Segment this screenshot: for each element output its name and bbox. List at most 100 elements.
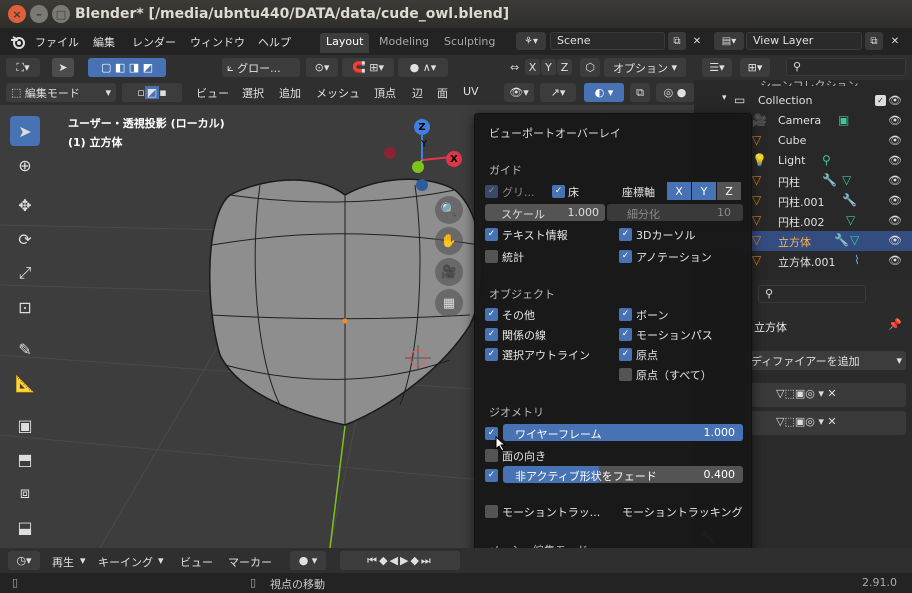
modifier-row-1[interactable]: ▽⬚▣◎ ▾ ✕ xyxy=(746,383,906,407)
transform-tool-icon[interactable]: ⊡ xyxy=(10,292,40,322)
motion-paths-checkbox[interactable]: ✓ xyxy=(619,328,632,341)
gizmo-y-icon[interactable] xyxy=(412,161,424,173)
tab-layout[interactable]: Layout xyxy=(320,33,370,53)
exclude-checkbox[interactable]: ✓ xyxy=(875,95,886,106)
modifier-wrench-icon[interactable]: 🔧 xyxy=(842,193,857,207)
eye-icon[interactable]: 👁 xyxy=(888,194,902,207)
view-layer-field[interactable]: View Layer xyxy=(746,32,862,50)
axis-x-toggle[interactable]: X xyxy=(667,182,691,200)
gizmo-toggle-icon[interactable]: ↗▾ xyxy=(540,83,576,102)
mirror-z-button[interactable]: Z xyxy=(557,59,572,75)
move-tool-icon[interactable]: ✥ xyxy=(10,190,40,220)
select-box-tool-icon[interactable]: ➤ xyxy=(10,116,40,146)
rotate-tool-icon[interactable]: ⟳ xyxy=(10,224,40,254)
editor-type-icon[interactable]: ⛶▾ xyxy=(6,58,40,77)
gizmo-z-icon[interactable]: Z xyxy=(414,119,430,135)
subdivisions-field[interactable]: 細分化 10 xyxy=(607,204,743,221)
expand-arrow-icon[interactable]: ▾ xyxy=(722,93,727,103)
pivot-point-icon[interactable]: ⊙▾ xyxy=(306,58,338,77)
scene-remove-icon[interactable]: ✕ xyxy=(688,32,706,50)
mirror-x-button[interactable]: X xyxy=(525,59,540,75)
grid-checkbox[interactable]: ✓ xyxy=(485,185,498,198)
pan-hand-icon[interactable]: ✋ xyxy=(435,227,463,255)
axis-y-toggle[interactable]: Y xyxy=(692,182,716,200)
add-cube-tool-icon[interactable]: ▣ xyxy=(10,410,40,440)
axis-z-toggle[interactable]: Z xyxy=(717,182,741,200)
origins-all-checkbox[interactable] xyxy=(619,368,632,381)
menu-edge[interactable]: 辺 xyxy=(412,85,423,101)
ortho-toggle-icon[interactable]: ▦ xyxy=(435,289,463,317)
grid-scale-field[interactable]: スケール 1.000 xyxy=(485,204,605,221)
eye-icon[interactable]: 👁 xyxy=(888,154,902,167)
viewlayer-selector-icon[interactable]: ▤▾ xyxy=(714,32,744,50)
bevel-tool-icon[interactable]: ⬓ xyxy=(10,512,40,542)
selection-mode-icons[interactable]: ▢ ◧ ◨ ◩ xyxy=(88,58,166,77)
eye-icon[interactable]: 👁 xyxy=(888,94,902,107)
mode-dropdown[interactable]: ⬚ 編集モード ▾ xyxy=(6,83,116,102)
window-close-button[interactable]: × xyxy=(8,5,26,23)
proportional-edit-icon[interactable]: ● ∧▾ xyxy=(398,58,448,77)
scene-selector-icon[interactable]: ⚘▾ xyxy=(516,32,546,50)
playback-controls-icons[interactable]: ⏮◆◀▶◆⏭ xyxy=(340,551,460,570)
scale-tool-icon[interactable]: ⤢ xyxy=(10,258,40,288)
menu-add[interactable]: 追加 xyxy=(279,85,301,101)
modifier-wrench-icon[interactable]: 🔧 xyxy=(822,173,837,187)
gizmo-neg-z-icon[interactable] xyxy=(416,179,428,191)
window-minimize-button[interactable]: – xyxy=(30,5,48,23)
wireframe-slider[interactable]: ワイヤーフレーム 1.000 xyxy=(503,424,743,441)
camera-view-icon[interactable]: 🎥 xyxy=(435,258,463,286)
text-info-checkbox[interactable]: ✓ xyxy=(485,228,498,241)
uv-sync-icon[interactable]: ⬡ xyxy=(580,58,600,77)
origins-checkbox[interactable]: ✓ xyxy=(619,348,632,361)
motion-tracking-checkbox[interactable] xyxy=(485,505,498,518)
fade-inactive-slider[interactable]: 非アクティブ形状をフェード 0.400 xyxy=(503,466,743,483)
menu-marker[interactable]: マーカー xyxy=(228,554,272,570)
mesh-data-icon[interactable]: ▽ xyxy=(850,233,859,247)
menu-edit[interactable]: 編集 xyxy=(93,34,115,50)
modifier-wrench-icon[interactable]: 🔧 xyxy=(834,233,849,247)
statistics-checkbox[interactable] xyxy=(485,250,498,263)
modifier-row-2[interactable]: ▽⬚▣◎ ▾ ✕ xyxy=(746,411,906,435)
menu-keying[interactable]: キーイング xyxy=(98,554,153,570)
measure-tool-icon[interactable]: 📐 xyxy=(10,368,40,398)
gizmo-x-icon[interactable]: X xyxy=(446,151,462,167)
mesh-data-icon[interactable]: ▽ xyxy=(842,173,851,187)
light-data-icon[interactable]: ⚲ xyxy=(822,153,831,167)
pin-icon[interactable]: 📌 xyxy=(888,318,902,331)
record-icon[interactable]: ● ▾ xyxy=(290,551,326,570)
scene-new-icon[interactable]: ⧉ xyxy=(668,32,686,50)
mesh-data-icon[interactable]: ▽ xyxy=(846,213,855,227)
eye-icon[interactable]: 👁 xyxy=(888,134,902,147)
select-tool-icon[interactable]: ➤ xyxy=(52,58,74,77)
filter-icon[interactable]: ⊞▾ xyxy=(740,58,770,77)
menu-timeline-view[interactable]: ビュー xyxy=(180,554,213,570)
add-modifier-dropdown[interactable]: ディファイアーを追加 ▾ xyxy=(746,351,906,370)
snap-icon[interactable]: 🧲 ⊞▾ xyxy=(342,58,394,77)
eye-icon[interactable]: 👁 xyxy=(888,114,902,127)
bones-checkbox[interactable]: ✓ xyxy=(619,308,632,321)
menu-window[interactable]: ウィンドウ xyxy=(190,34,245,50)
timeline-editor-icon[interactable]: ◷▾ xyxy=(8,551,40,570)
transform-orientation-dropdown[interactable]: ⟀ グロー... xyxy=(222,58,300,77)
relations-checkbox[interactable]: ✓ xyxy=(485,328,498,341)
menu-file[interactable]: ファイル xyxy=(35,34,79,50)
viewlayer-new-icon[interactable]: ⧉ xyxy=(865,32,883,50)
zoom-icon[interactable]: 🔍 xyxy=(435,196,463,224)
annotate-tool-icon[interactable]: ✎ xyxy=(10,334,40,364)
gizmo-neg-x-icon[interactable] xyxy=(384,147,396,159)
annotation-checkbox[interactable]: ✓ xyxy=(619,250,632,263)
xray-icon[interactable]: ⧉ xyxy=(630,83,650,102)
menu-uv[interactable]: UV xyxy=(463,85,479,98)
eye-icon[interactable]: 👁 xyxy=(888,254,902,267)
menu-help[interactable]: ヘルプ xyxy=(258,34,291,50)
tab-sculpting[interactable]: Sculpting xyxy=(438,33,501,53)
outliner-row-collection[interactable]: ▾ ▭ Collection ✓ 👁 xyxy=(694,91,912,111)
floor-checkbox[interactable]: ✓ xyxy=(552,185,565,198)
scene-name-field[interactable]: Scene xyxy=(550,32,665,50)
visibility-icon[interactable]: 👁▾ xyxy=(504,83,534,102)
menu-mesh[interactable]: メッシュ xyxy=(316,85,360,101)
inset-tool-icon[interactable]: ⧈ xyxy=(10,478,40,508)
face-orientation-checkbox[interactable] xyxy=(485,449,498,462)
menu-render[interactable]: レンダー xyxy=(132,34,176,50)
3d-cursor-checkbox[interactable]: ✓ xyxy=(619,228,632,241)
